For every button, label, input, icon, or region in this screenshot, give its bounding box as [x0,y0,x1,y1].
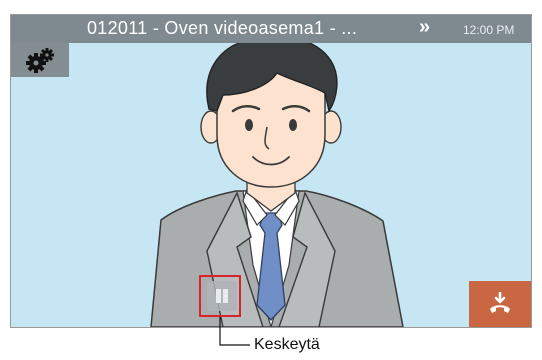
pause-callout-label: Keskeytä [254,336,320,353]
callout-leader-line [219,317,250,346]
